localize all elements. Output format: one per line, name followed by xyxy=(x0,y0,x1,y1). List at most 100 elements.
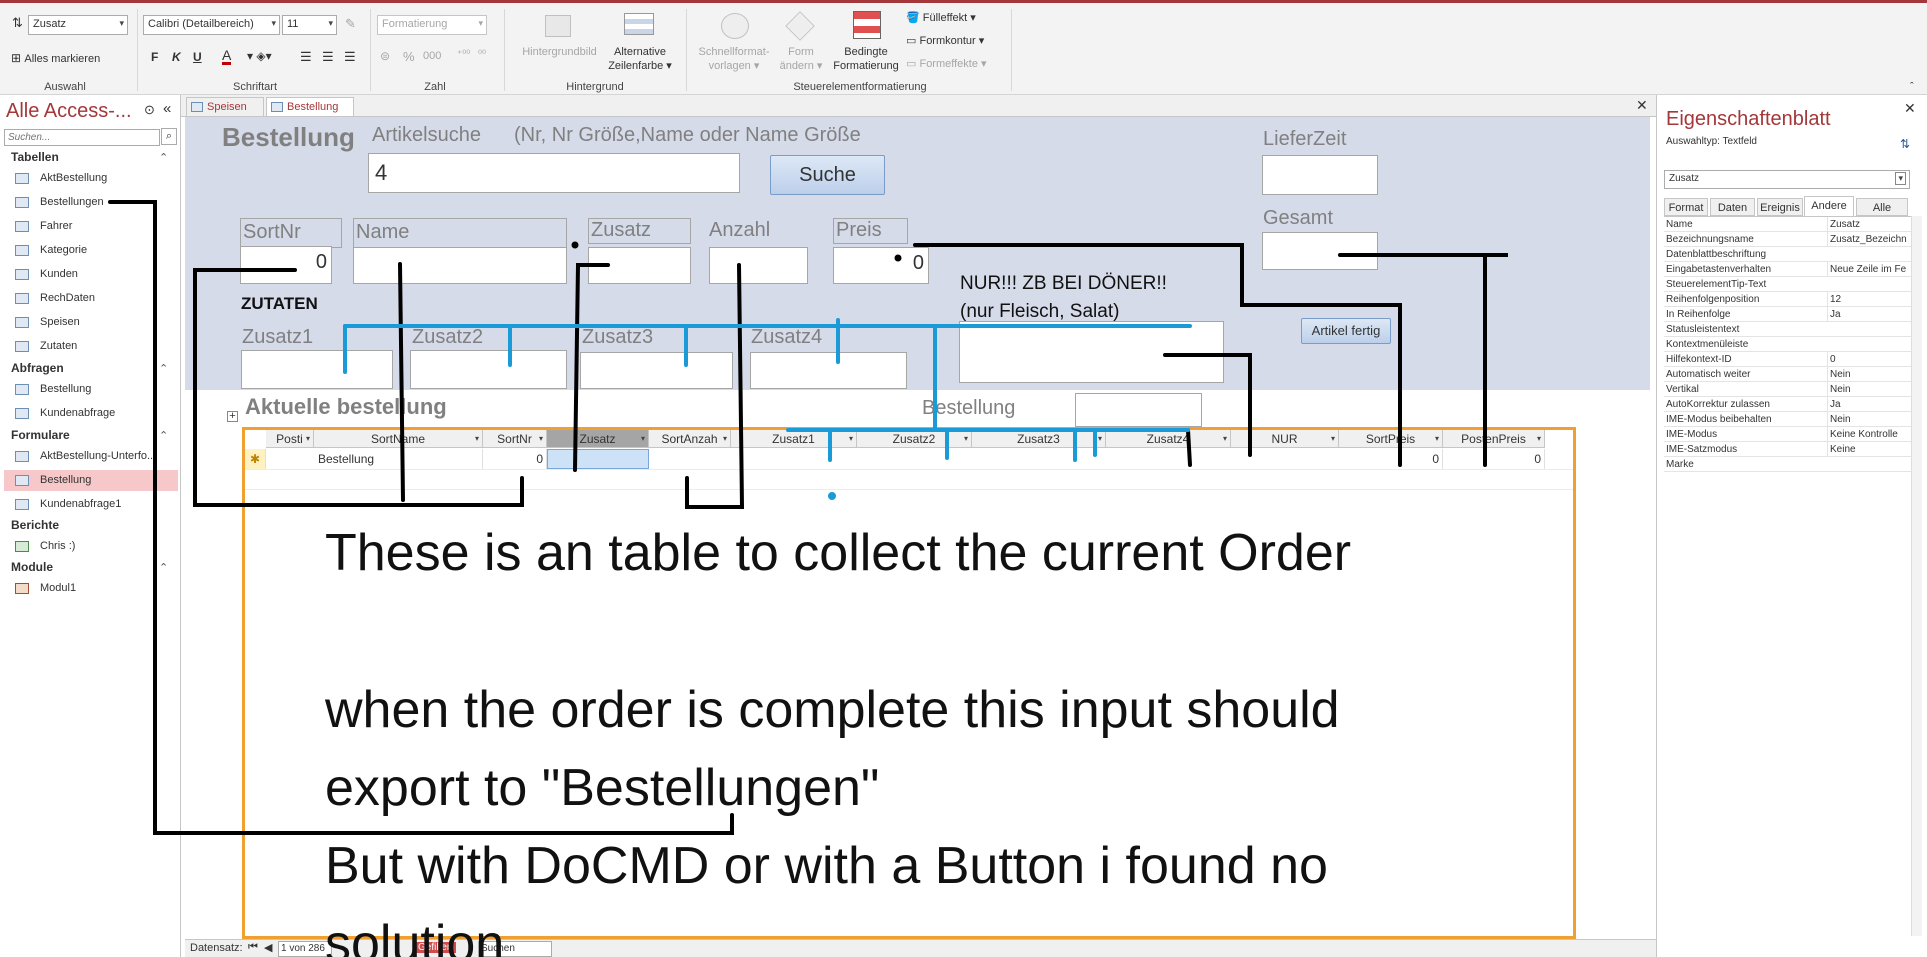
nav-item-query-bestellung[interactable]: Bestellung xyxy=(13,379,178,400)
nav-group-reports[interactable]: Berichte xyxy=(11,518,59,532)
cell-sortname[interactable]: Bestellung xyxy=(314,449,483,469)
bestellung-field[interactable] xyxy=(1075,393,1202,427)
collapse-ribbon-icon[interactable]: ˆ xyxy=(1910,81,1914,93)
sort-icon[interactable]: ⇅ xyxy=(1900,137,1910,151)
property-value[interactable]: Zusatz xyxy=(1827,217,1912,232)
nav-item-zutaten[interactable]: Zutaten xyxy=(13,336,178,357)
column-header-sortname[interactable]: SortName ▾ xyxy=(314,430,483,448)
property-value[interactable]: Nein xyxy=(1827,367,1912,382)
prev-record-icon[interactable]: ◀ xyxy=(264,941,272,954)
zusatz1-field[interactable] xyxy=(241,350,393,389)
nav-item-form-bestellung[interactable]: Bestellung xyxy=(4,470,178,491)
selection-combo[interactable]: Zusatz ▾ xyxy=(28,15,128,35)
record-position-input[interactable]: 1 von 286 xyxy=(278,941,332,957)
property-row[interactable]: SteuerelementTip-Text xyxy=(1664,277,1912,292)
zusatz4-field[interactable] xyxy=(750,352,907,389)
cell-sortnr[interactable]: 0 xyxy=(483,449,547,469)
close-icon[interactable]: ✕ xyxy=(1904,100,1916,117)
property-row[interactable]: Reihenfolgenposition 12 xyxy=(1664,292,1912,307)
underline-button[interactable]: U xyxy=(193,50,202,64)
align-right-icon[interactable]: ☰ xyxy=(344,49,356,65)
nav-item-chris[interactable]: Chris :) xyxy=(13,536,178,557)
property-row[interactable]: IME-Satzmodus Keine xyxy=(1664,442,1912,457)
italic-button[interactable]: K xyxy=(172,50,181,64)
nav-collapse-icon[interactable]: « xyxy=(163,100,171,117)
shape-effects-button[interactable]: ▭ Formeffekte ▾ xyxy=(906,57,987,70)
percent-button[interactable]: % xyxy=(403,49,415,64)
close-tab-icon[interactable]: ✕ xyxy=(1636,97,1648,114)
nav-search-input[interactable] xyxy=(4,129,160,146)
align-center-icon[interactable]: ☰ xyxy=(322,49,334,65)
cell-sortpreis[interactable]: 0 xyxy=(1339,449,1443,469)
number-format-combo[interactable]: Formatierung ▾ xyxy=(377,15,487,35)
name-field[interactable] xyxy=(353,247,567,284)
nav-item-aktbestellung[interactable]: AktBestellung xyxy=(13,168,178,189)
decimal-decrease-icon[interactable]: ⁰⁰ xyxy=(478,49,486,60)
property-row[interactable]: Name Zusatz xyxy=(1664,217,1912,232)
column-header-sortnr[interactable]: SortNr ▾ xyxy=(483,430,547,448)
thousands-button[interactable]: 000 xyxy=(423,50,441,62)
column-header-zusatz1[interactable]: Zusatz1 ▾ xyxy=(731,430,857,448)
currency-icon[interactable]: ⊜ xyxy=(380,49,390,63)
property-value[interactable]: Ja xyxy=(1827,397,1912,412)
alternate-row-color-button[interactable]: Alternative Zeilenfarbe ▾ xyxy=(600,45,680,73)
font-size-combo[interactable]: 11 ▾ xyxy=(282,15,337,35)
tab-speisen[interactable]: Speisen xyxy=(186,97,264,116)
search-icon[interactable]: ⌕ xyxy=(161,128,177,145)
property-scrollbar[interactable] xyxy=(1911,216,1922,936)
nav-group-modules[interactable]: Module xyxy=(11,560,53,574)
nav-pane-title[interactable]: Alle Access-... xyxy=(6,100,132,123)
nav-item-rechdaten[interactable]: RechDaten xyxy=(13,288,178,309)
property-row[interactable]: In Reihenfolge Ja xyxy=(1664,307,1912,322)
nav-item-kundenabfrage[interactable]: Kundenabfrage xyxy=(13,403,178,424)
align-left-icon[interactable]: ☰ xyxy=(300,49,312,65)
property-value[interactable]: Ja xyxy=(1827,307,1912,322)
column-header-zusatz2[interactable]: Zusatz2 ▾ xyxy=(857,430,972,448)
search-button[interactable]: Suche xyxy=(770,155,885,195)
property-object-combo[interactable]: Zusatz ▾ xyxy=(1664,170,1910,189)
artikel-fertig-button[interactable]: Artikel fertig xyxy=(1301,318,1391,344)
zusatz2-field[interactable] xyxy=(410,350,567,389)
property-row[interactable]: Marke xyxy=(1664,457,1912,472)
zusatz-field[interactable] xyxy=(588,247,691,284)
nav-item-aktbestellung-subform[interactable]: AktBestellung-Unterfo... xyxy=(13,446,178,467)
new-record-indicator[interactable]: ✱ xyxy=(245,449,266,469)
property-row[interactable]: AutoKorrektur zulassen Ja xyxy=(1664,397,1912,412)
chevron-up-icon[interactable]: ⌃ xyxy=(159,362,168,375)
format-painter-icon[interactable]: ✎ xyxy=(345,16,356,32)
property-tab-format[interactable]: Format xyxy=(1664,198,1708,216)
preis-field[interactable]: 0 xyxy=(833,247,929,284)
column-header-sortanzahl[interactable]: SortAnzah ▾ xyxy=(649,430,731,448)
font-combo[interactable]: Calibri (Detailbereich) ▾ xyxy=(143,15,280,35)
cell-zusatz-selected[interactable] xyxy=(547,449,649,469)
column-header-posti[interactable]: Posti ▾ xyxy=(266,430,314,448)
nav-group-tables[interactable]: Tabellen xyxy=(11,150,59,164)
cell-postenpreis[interactable]: 0 xyxy=(1443,449,1545,469)
shape-outline-button[interactable]: ▭ Formkontur ▾ xyxy=(906,34,984,47)
sortnr-field[interactable]: 0 xyxy=(240,246,332,284)
nur-field[interactable] xyxy=(959,321,1224,383)
property-value[interactable]: Zusatz_Bezeichn xyxy=(1827,232,1912,247)
font-color-button[interactable]: A xyxy=(222,48,232,65)
zusatz3-field[interactable] xyxy=(580,352,733,389)
bold-button[interactable]: F xyxy=(151,50,158,64)
property-row[interactable]: Bezeichnungsname Zusatz_Bezeichn xyxy=(1664,232,1912,247)
nav-item-fahrer[interactable]: Fahrer xyxy=(13,216,178,237)
property-row[interactable]: Statusleistentext xyxy=(1664,322,1912,337)
property-row[interactable]: Datenblattbeschriftung xyxy=(1664,247,1912,262)
property-value[interactable]: 12 xyxy=(1827,292,1912,307)
property-tab-alle[interactable]: Alle xyxy=(1856,198,1908,216)
article-search-input[interactable]: 4 xyxy=(368,153,740,193)
property-tab-daten[interactable]: Daten xyxy=(1710,198,1755,216)
property-value[interactable]: 0 xyxy=(1827,352,1912,367)
conditional-format-button[interactable]: Bedingte Formatierung xyxy=(826,45,906,73)
expand-icon[interactable]: + xyxy=(227,411,238,422)
first-record-icon[interactable]: ⏮ xyxy=(248,941,258,954)
gesamt-field[interactable] xyxy=(1262,232,1378,270)
nav-item-modul1[interactable]: Modul1 xyxy=(13,578,178,599)
column-header-zusatz4[interactable]: Zusatz4 ▾ xyxy=(1106,430,1231,448)
nav-item-speisen[interactable]: Speisen xyxy=(13,312,178,333)
nav-item-kunden[interactable]: Kunden xyxy=(13,264,178,285)
property-row[interactable]: Eingabetastenverhalten Neue Zeile im Fe xyxy=(1664,262,1912,277)
fill-effect-button[interactable]: 🪣 Fülleffekt ▾ xyxy=(906,11,976,24)
